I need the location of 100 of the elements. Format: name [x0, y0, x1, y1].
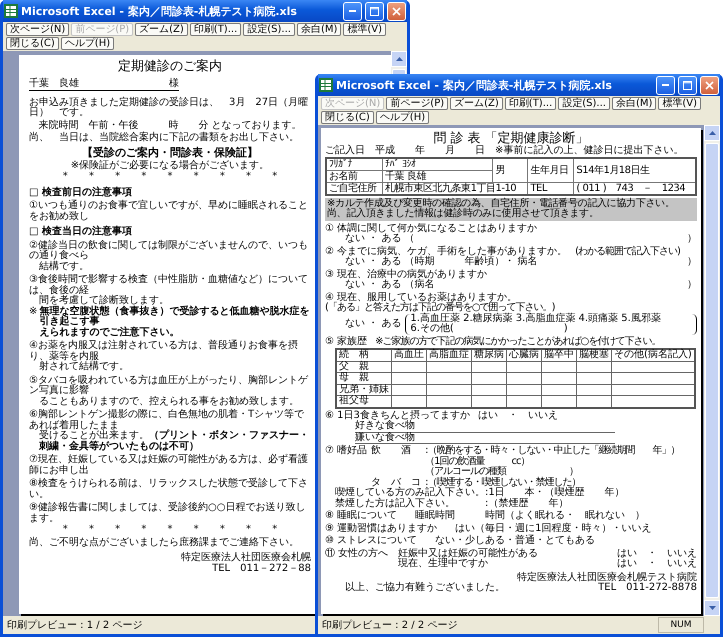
minimize-button[interactable]: [343, 2, 362, 20]
table-cell: ﾌﾘｶﾞﾅ: [326, 158, 383, 170]
window-title: Microsoft Excel - 案内／問診表-札幌テスト病院.xls: [21, 4, 298, 18]
table-cell: 高脂血症: [426, 349, 472, 361]
fill-in-line: 好きな食べ物: [355, 421, 615, 432]
date-line: ご記入日 平成 年 月 日 ※事前に記入の上、健診日に提出下さい。: [325, 146, 684, 156]
closing-text: 以上、ご協力有難うございました。: [345, 583, 505, 594]
section-heading: □ 検査前日の注意事項: [29, 188, 133, 198]
question-text: ④ 現在、服用しているお薬はありますか。: [325, 292, 518, 302]
scroll-up-button[interactable]: [391, 51, 407, 67]
toolbar-button[interactable]: ズーム(Z): [450, 97, 503, 110]
minimize-button[interactable]: [656, 76, 675, 94]
table-cell: 脳卒中: [542, 349, 576, 361]
answer-options: ない ・ ある （時期 年齢頃）・ 病名: [345, 257, 687, 268]
toolbar-button[interactable]: 閉じる(C): [321, 111, 374, 124]
bracket-mark: ）: [687, 257, 697, 268]
item-text: ①いつも通りのお食事で宜しいですが、早めに睡眠されることをお勧め致し: [29, 201, 309, 222]
answer-options: ない ・ ある （病名: [345, 280, 687, 290]
form-title: 問 診 表 「定期健康診断」: [432, 131, 589, 146]
minimize-icon: [662, 84, 669, 86]
answer-options: はい ・ いいえ: [478, 410, 558, 421]
item-text: ④お薬を内服又は注射されている方は、普段通りお食事を摂り、薬等を内服: [29, 341, 299, 362]
question-text: ② 今までに病気、ケガ、手術をした事がありますか。: [325, 246, 568, 256]
item-text: 間を考慮して診断致します。: [38, 296, 170, 306]
toolbar-button[interactable]: 前ページ(P): [386, 97, 448, 110]
toolbar-button[interactable]: ヘルプ(H): [60, 37, 114, 50]
item-text: ることもありますので、控えられる事をお勧め致します。: [38, 396, 300, 407]
toolbar-button[interactable]: 余白(M): [612, 97, 656, 110]
document-title: 定期健診のご案内: [117, 59, 223, 74]
item-text: ⑨健診報告書に関しましては、受診後約○○日程でお送り致します。: [29, 503, 306, 524]
scroll-thumb[interactable]: [705, 143, 719, 598]
instruction-text: 禁煙した方は記入下さい。: [335, 498, 456, 509]
question-text: 妊娠中又は妊娠の可能性がある: [398, 548, 540, 558]
notice-text: 尚、記入頂きました情報は健診時のみに使用させて頂きます。: [327, 209, 600, 220]
item-text: 受けることが出来ます。（プリント・ボタン・ファスナー・刺繍・金具等がついたものは不可）: [38, 431, 310, 452]
question-text: ⑪ 女性の方へ: [325, 548, 388, 559]
maximize-button[interactable]: [365, 2, 384, 20]
question-text: ⑤ 家族歴: [325, 336, 368, 347]
medicine-option: 1.高血圧薬 2.糖尿病薬 3.高脂血症薬 4.頭痛薬 5.風邪薬: [410, 314, 692, 324]
warning-text: 無理な空腹状態（食事抜き）で受診すると低血糖や脱水症を引き起こす事: [39, 306, 310, 327]
table-cell: TEL: [528, 182, 574, 194]
paragraph: お申込み頂きました定期健診の受診日は、 3月 27日（月曜日） です。: [29, 98, 310, 118]
item-text: ⑧検査をうけられる前は、リラックスした状態で受診して下さい。: [29, 479, 309, 500]
table-cell: お名前: [326, 170, 383, 182]
table-cell: その他(病名記入): [612, 349, 695, 361]
toolbar-button[interactable]: ヘルプ(H): [376, 111, 430, 124]
question-text: 現在、生理中ですか: [398, 559, 490, 570]
spreadsheet-icon: [319, 78, 333, 92]
signature-text: TEL 011-272-8878: [598, 583, 697, 594]
table-cell: 高血圧: [392, 349, 426, 361]
toolbar-button[interactable]: 設定(S)...: [558, 97, 610, 110]
toolbar-button[interactable]: ズーム(Z): [135, 23, 188, 36]
answer-options: 睡眠時間 時間（よく眠れる・ 眠れない ）: [415, 511, 646, 522]
close-button[interactable]: [387, 2, 406, 20]
status-text: 印刷プレビュー : 1 / 2 ページ: [6, 618, 142, 632]
signature-text: 特定医療法人社団医療会札幌テスト病院: [516, 572, 697, 582]
heading: 【受診のご案内・問診表・保険証】: [81, 146, 259, 158]
note-mark: ※: [29, 306, 38, 318]
table-cell: ﾁﾊﾞ ﾖｼｵ: [382, 158, 493, 170]
notice-text: ※カルテ作成及び変更時の確認の為、自宅住所・電話番号の記入に協力下さい。: [327, 198, 676, 208]
habit-label: 飲 酒: [371, 446, 412, 458]
item-text: ③食後時間で影響する検査（中性脂肪・血糖値など）については、食後の経: [29, 275, 309, 296]
bracket-mark: ）: [687, 234, 697, 244]
question-text: ⑩ ストレスについて: [325, 536, 418, 546]
close-icon: [705, 80, 714, 90]
table-cell: 兄弟・姉妹: [336, 384, 392, 396]
paragraph: 来院時間 午前・午後 時 分 となっております。: [37, 120, 303, 131]
table-cell: 千葉 良雄: [382, 170, 493, 182]
toolbar-button[interactable]: 標準(V): [343, 23, 386, 36]
toolbar-button[interactable]: 設定(S)...: [243, 23, 295, 36]
maximize-button[interactable]: [678, 76, 697, 94]
answer-options: :1日 本・（喫煙歴 年）: [485, 488, 697, 498]
toolbar-button[interactable]: 余白(M): [296, 23, 342, 36]
table-cell: 続 柄: [336, 349, 392, 361]
answer-options: はい ・ いいえ: [617, 548, 697, 559]
scroll-up-button[interactable]: [704, 125, 720, 141]
scrollbar[interactable]: [704, 125, 720, 616]
answer-options: はい（毎日・週に1回程度・時々）・いいえ: [455, 524, 652, 534]
answer-options: （1回の飲酒量 cc）: [425, 456, 697, 467]
table-cell: 心臓病: [506, 349, 542, 361]
close-button[interactable]: [700, 76, 719, 94]
habit-label: タ バ コ: [371, 478, 422, 488]
table-cell: 祖父母: [336, 396, 392, 408]
close-icon: [392, 6, 401, 16]
item-text: ②健診当日の飲食に関しては制限がございませんので、いつもの通り食べら: [29, 240, 309, 261]
spreadsheet-icon: [4, 4, 18, 18]
toolbar-button[interactable]: 閉じる(C): [6, 37, 59, 50]
up-arrow-icon: [708, 131, 716, 135]
table-cell: 糖尿病: [472, 349, 506, 361]
paragraph: 尚、 当日は、当院総合案内に下記の書類をお出し下さい。: [29, 133, 300, 144]
question-text: ⑦ 嗜好品: [325, 446, 368, 458]
question-note: (わかる範囲で記入下さい): [575, 246, 680, 257]
toolbar-button[interactable]: 標準(V): [658, 97, 702, 110]
toolbar-button[interactable]: 印刷(T)...: [504, 97, 556, 110]
toolbar-button[interactable]: 印刷(T)...: [190, 23, 242, 36]
item-text: ⑥胸部レントゲン撮影の際に、白色無地の肌着・Tシャツ等であれば着用したまま: [29, 410, 306, 430]
scroll-down-button[interactable]: [704, 600, 720, 616]
warning-text: えられますのでご注意下さい。: [39, 328, 180, 338]
toolbar-button[interactable]: 次ページ(N): [6, 23, 70, 36]
down-arrow-icon: [708, 606, 716, 610]
